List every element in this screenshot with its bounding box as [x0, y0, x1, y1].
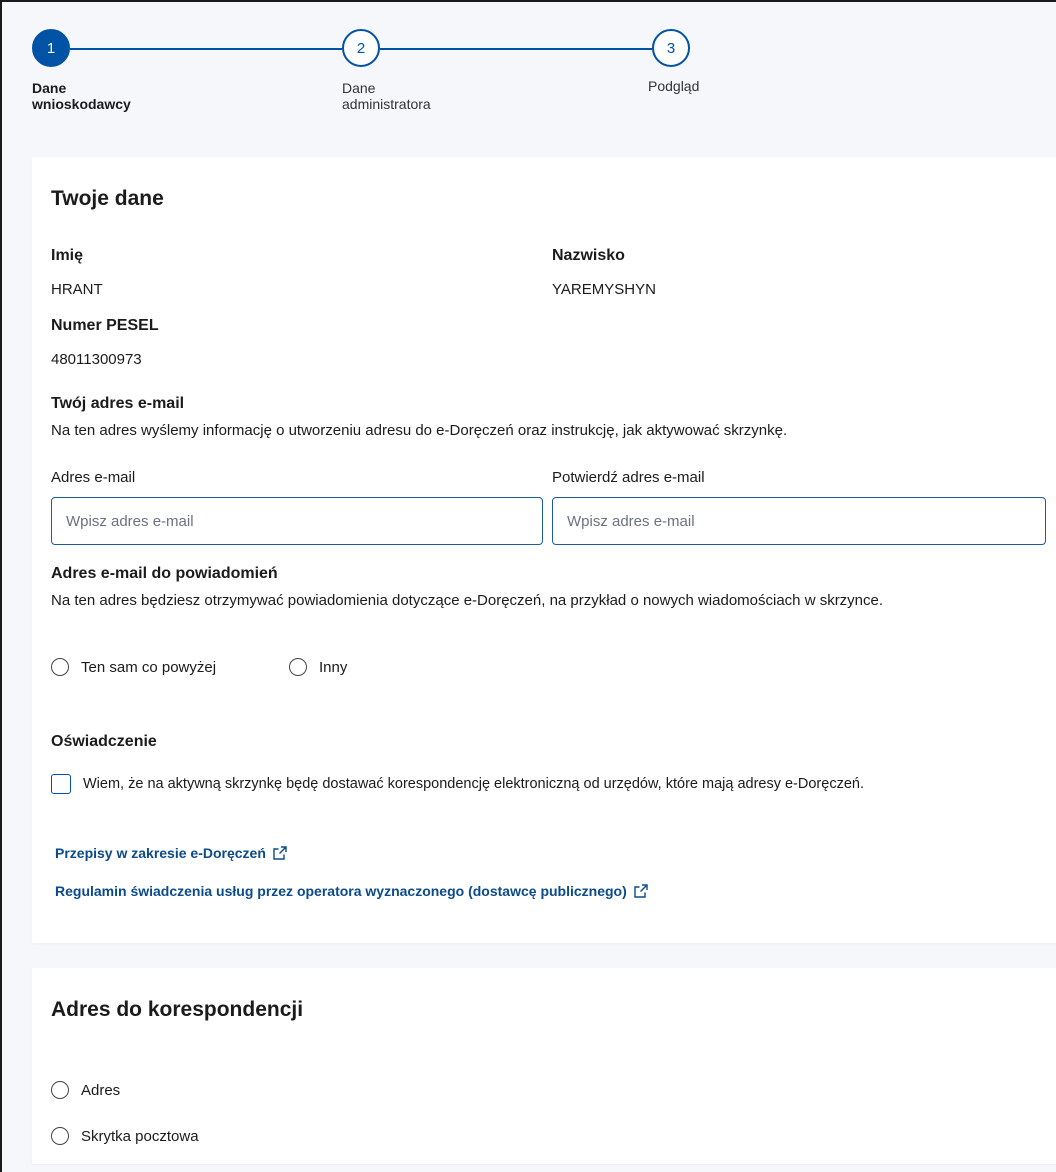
pesel-value: 48011300973	[51, 351, 142, 368]
notify-option-other-label: Inny	[319, 658, 348, 676]
correspondence-option-po-box[interactable]: Skrytka pocztowa	[51, 1124, 199, 1148]
step-1-circle: 1	[32, 29, 70, 67]
step-3-label-line1: Podgląd	[648, 78, 700, 94]
link-terms-text: Regulamin świadczenia usług przez operat…	[55, 883, 627, 899]
link-regulations-text: Przepisy w zakresie e-Doręczeń	[55, 845, 266, 861]
radio-address-icon[interactable]	[51, 1081, 69, 1099]
step-1-label-line2: wnioskodawcy	[32, 96, 131, 112]
declaration-title: Oświadczenie	[51, 733, 157, 750]
last-name-label: Nazwisko	[552, 247, 625, 264]
notify-option-other[interactable]: Inny	[289, 655, 347, 679]
email-input[interactable]	[51, 497, 543, 545]
confirm-email-field-label: Potwierdź adres e-mail	[552, 469, 705, 486]
radio-po-box-icon[interactable]	[51, 1127, 69, 1145]
external-link-icon	[273, 846, 287, 860]
notify-email-title: Adres e-mail do powiadomień	[51, 565, 278, 582]
declaration-text: Wiem, że na aktywną skrzynkę będę dostaw…	[83, 776, 864, 792]
first-name-value: HRANT	[51, 281, 103, 298]
step-1-label-line1: Dane	[32, 80, 67, 96]
step-connector-1-2	[70, 48, 342, 50]
notify-option-same[interactable]: Ten sam co powyżej	[51, 655, 216, 679]
email-field-label: Adres e-mail	[51, 469, 136, 486]
pesel-label: Numer PESEL	[51, 317, 159, 334]
correspondence-card: Adres do korespondencji Adres Skrytka po…	[32, 968, 1056, 1164]
link-regulations[interactable]: Przepisy w zakresie e-Doręczeń	[55, 845, 288, 861]
correspondence-option-po-box-label: Skrytka pocztowa	[81, 1127, 199, 1145]
step-2-label-line2: administratora	[342, 96, 431, 112]
notify-email-description: Na ten adres będziesz otrzymywać powiado…	[51, 592, 884, 609]
step-2-label-line1: Dane	[342, 80, 376, 96]
step-3-circle[interactable]: 3	[652, 29, 690, 67]
step-3-label: Podgląd	[648, 78, 699, 94]
declaration-checkbox-row[interactable]: Wiem, że na aktywną skrzynkę będę dostaw…	[51, 771, 864, 797]
external-link-icon	[634, 884, 648, 898]
step-connector-2-3	[380, 48, 652, 50]
section-title-correspondence: Adres do korespondencji	[51, 998, 304, 1021]
correspondence-option-address[interactable]: Adres	[51, 1078, 120, 1102]
section-title-your-data: Twoje dane	[51, 187, 164, 210]
correspondence-option-address-label: Adres	[81, 1081, 121, 1099]
email-section-description: Na ten adres wyślemy informację o utworz…	[51, 422, 788, 439]
step-2-label: Dane administratora	[342, 80, 431, 112]
radio-same-icon[interactable]	[51, 658, 69, 676]
progress-stepper: 1 Dane wnioskodawcy 2 Dane administrator…	[2, 2, 1056, 142]
confirm-email-input[interactable]	[552, 497, 1046, 545]
step-2-circle[interactable]: 2	[342, 29, 380, 67]
email-section-title: Twój adres e-mail	[51, 395, 185, 412]
radio-other-icon[interactable]	[289, 658, 307, 676]
notify-option-same-label: Ten sam co powyżej	[81, 658, 217, 676]
step-1-label: Dane wnioskodawcy	[32, 80, 131, 112]
declaration-checkbox[interactable]	[51, 774, 71, 794]
last-name-value: YAREMYSHYN	[552, 281, 656, 298]
first-name-label: Imię	[51, 247, 84, 264]
your-data-card: Twoje dane Imię HRANT Nazwisko YAREMYSHY…	[32, 157, 1056, 943]
link-terms[interactable]: Regulamin świadczenia usług przez operat…	[55, 883, 649, 899]
